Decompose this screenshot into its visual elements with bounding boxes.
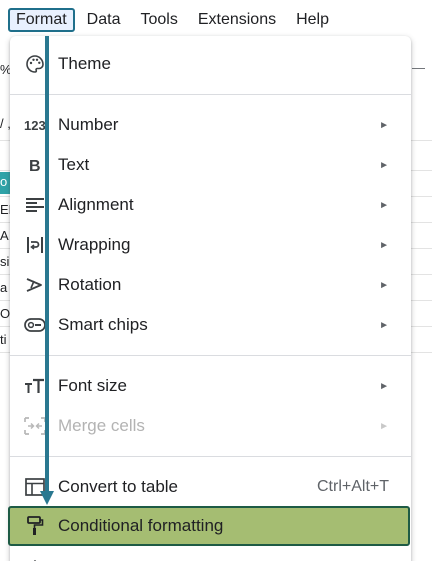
bold-icon: B bbox=[24, 154, 46, 176]
paint-roller-icon bbox=[24, 515, 46, 537]
align-left-icon bbox=[24, 194, 46, 216]
menu-item-convert-to-table[interactable]: Convert to table Ctrl+Alt+T bbox=[10, 471, 411, 503]
keyboard-shortcut: Ctrl+Alt+T bbox=[316, 478, 389, 495]
menu-item-number[interactable]: 123 Number ► bbox=[10, 109, 411, 141]
menu-item-smart-chips[interactable]: Smart chips ► bbox=[10, 309, 411, 341]
format-menu: Theme 123 Number ► B Text ► Alignment ► … bbox=[8, 36, 411, 561]
text-rotation-icon bbox=[24, 274, 46, 296]
menu-bar: Format Data Tools Extensions Help bbox=[0, 6, 432, 34]
menu-item-rotation[interactable]: Rotation ► bbox=[10, 269, 411, 301]
submenu-arrow-icon: ► bbox=[379, 279, 389, 291]
svg-text:B: B bbox=[29, 158, 41, 173]
menubar-help[interactable]: Help bbox=[288, 9, 337, 31]
menu-item-conditional-formatting[interactable]: Conditional formatting bbox=[8, 506, 410, 546]
menu-item-merge-cells: Merge cells ► bbox=[10, 410, 411, 442]
wrap-text-icon bbox=[24, 234, 46, 256]
menu-item-label: Number bbox=[58, 115, 119, 134]
submenu-arrow-icon: ► bbox=[379, 420, 389, 432]
menu-item-partial bbox=[10, 548, 411, 561]
table-icon bbox=[24, 476, 46, 498]
submenu-arrow-icon: ► bbox=[379, 319, 389, 331]
menu-item-partial-icon bbox=[24, 553, 46, 561]
menu-item-font-size[interactable]: Font size ► bbox=[10, 370, 411, 402]
submenu-arrow-icon: ► bbox=[379, 380, 389, 392]
submenu-arrow-icon: ► bbox=[379, 159, 389, 171]
menu-item-label: Conditional formatting bbox=[58, 516, 224, 535]
merge-cells-icon bbox=[24, 415, 46, 437]
font-size-icon bbox=[24, 375, 46, 397]
menu-divider bbox=[10, 355, 411, 356]
number-123-icon: 123 bbox=[24, 114, 46, 136]
menu-item-label: Alignment bbox=[58, 195, 134, 214]
svg-text:123: 123 bbox=[24, 118, 46, 132]
menu-item-label: Text bbox=[58, 155, 90, 174]
submenu-arrow-icon: ► bbox=[379, 239, 389, 251]
submenu-arrow-icon: ► bbox=[379, 199, 389, 211]
menu-item-theme[interactable]: Theme bbox=[10, 48, 411, 80]
toolbar-fragment: — bbox=[412, 60, 425, 75]
menu-item-label: Convert to table bbox=[58, 477, 179, 496]
menubar-tools[interactable]: Tools bbox=[132, 9, 185, 31]
menu-item-label: Font size bbox=[58, 376, 127, 395]
menu-item-wrapping[interactable]: Wrapping ► bbox=[10, 229, 411, 261]
menu-item-label: Wrapping bbox=[58, 235, 131, 254]
menu-item-alignment[interactable]: Alignment ► bbox=[10, 189, 411, 221]
menubar-data[interactable]: Data bbox=[79, 9, 129, 31]
menu-item-label: Smart chips bbox=[58, 315, 148, 334]
menubar-extensions[interactable]: Extensions bbox=[190, 9, 284, 31]
smart-chip-icon bbox=[24, 314, 46, 336]
menu-divider bbox=[10, 94, 411, 95]
menu-item-label: Rotation bbox=[58, 275, 122, 294]
submenu-arrow-icon: ► bbox=[379, 119, 389, 131]
menu-item-label: Theme bbox=[58, 54, 111, 73]
screenshot-stage: % / , o EF A si a OI ti — Format Data To… bbox=[0, 0, 432, 561]
menu-divider bbox=[10, 456, 411, 457]
menu-item-text[interactable]: B Text ► bbox=[10, 149, 411, 181]
menubar-format[interactable]: Format bbox=[8, 8, 75, 32]
menu-item-label: Merge cells bbox=[58, 416, 145, 435]
palette-icon bbox=[24, 53, 46, 75]
